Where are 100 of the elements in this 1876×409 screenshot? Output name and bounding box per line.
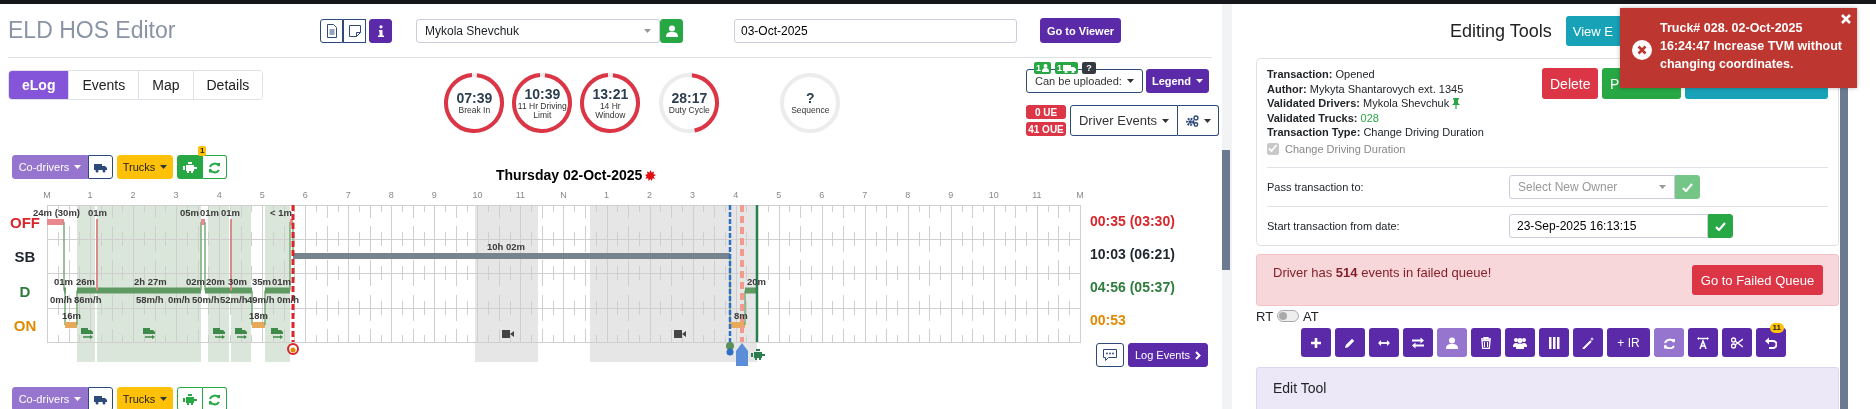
truck-icon — [1063, 63, 1077, 73]
refresh-button[interactable] — [203, 155, 227, 179]
undo-tool-button[interactable] — [1756, 328, 1786, 357]
log-date-title: Thursday 02-Oct-2025 — [496, 167, 643, 183]
trucks-dropdown[interactable]: Trucks — [117, 387, 173, 409]
driver-button[interactable] — [660, 18, 683, 43]
duration-label: 02m — [186, 276, 205, 287]
truck-arrow-icon — [81, 328, 93, 339]
transaction-detail: Transaction Type: Change Driving Duration — [1267, 125, 1484, 140]
log-events-button[interactable]: Log Events — [1127, 343, 1208, 367]
toggle-switch[interactable] — [1277, 310, 1300, 322]
duration-label: 01m — [88, 207, 107, 218]
engine-icon — [183, 161, 197, 173]
speed-label: 58m/h — [136, 294, 164, 305]
truck-button[interactable] — [88, 155, 113, 179]
duration-label: 2h 27m — [134, 276, 167, 287]
confirm-button[interactable] — [1708, 214, 1733, 238]
hour-label: 1 — [87, 190, 93, 200]
settings-dropdown[interactable] — [1178, 105, 1219, 136]
delete-button[interactable]: Delete — [1542, 68, 1598, 99]
group-tool-button[interactable] — [1505, 328, 1535, 357]
truck-arrow-icon — [143, 328, 155, 339]
truck-icon — [94, 161, 107, 173]
scrollbar[interactable] — [1222, 150, 1230, 270]
comment-button[interactable] — [1095, 343, 1124, 367]
status-total: 00:35 (03:30) — [1090, 212, 1176, 232]
info-icon — [377, 24, 384, 37]
transaction-detail: Validated Drivers: Mykola Shevchuk — [1267, 96, 1450, 111]
gauge-label: 14 Hr Window — [594, 101, 627, 120]
speed-label: 49m/h — [247, 294, 275, 305]
co-drivers-dropdown[interactable]: Co-drivers — [12, 155, 88, 179]
hour-label: 8 — [388, 190, 394, 200]
trucks-dropdown[interactable]: Trucks — [117, 155, 173, 179]
delete-tool-button[interactable] — [1471, 328, 1501, 357]
truck-button[interactable] — [88, 387, 113, 409]
driver-select[interactable]: Mykola Shevchuk — [416, 18, 660, 43]
hour-label: 3 — [690, 190, 696, 200]
hour-label: 5 — [776, 190, 782, 200]
co-drivers-dropdown[interactable]: Co-drivers — [12, 387, 88, 409]
checkbox-label: Change Driving Duration — [1285, 141, 1406, 156]
duration-label: 01m — [54, 276, 73, 287]
gauge-ring — [443, 72, 506, 134]
engine-button[interactable] — [177, 155, 203, 179]
legend-button[interactable]: Legend — [1146, 69, 1209, 93]
document-button[interactable] — [320, 18, 343, 43]
toggle-label: AT — [1303, 308, 1319, 324]
go-to-failed-queue-button[interactable]: Go to Failed Queue — [1692, 265, 1823, 295]
caret-icon — [74, 397, 82, 401]
date-time-field[interactable]: 23-Sep-2025 16:13:15 — [1509, 214, 1708, 238]
swap-tool-button[interactable] — [1403, 328, 1433, 357]
wand-tool-button[interactable] — [1573, 328, 1603, 357]
refresh-icon — [208, 160, 221, 174]
speed-label: 86m/h — [74, 294, 102, 305]
gauge-label: Break In — [457, 106, 492, 115]
person-icon — [1446, 336, 1458, 349]
truck-icon — [94, 393, 107, 405]
gauge-value: 13:21 — [591, 86, 630, 102]
transaction-detail: Author: Mykyta Shantarovych ext. 1345 — [1267, 81, 1464, 96]
gauge-ring — [579, 72, 642, 134]
date-field[interactable]: 03-Oct-2025 — [734, 18, 1017, 43]
refresh-icon — [1663, 336, 1675, 349]
panel-title: Editing Tools — [1450, 20, 1552, 42]
tab[interactable]: eLog — [9, 71, 70, 99]
duration-label: 16m — [62, 310, 81, 321]
text-width-tool-button[interactable] — [1688, 328, 1718, 357]
hour-label: 7 — [345, 190, 351, 200]
hour-label: 6 — [819, 190, 825, 200]
text-width-icon — [1697, 336, 1709, 349]
magic-wand-icon — [1582, 336, 1594, 349]
gauge-value: 28:17 — [670, 91, 709, 106]
engine-button[interactable] — [177, 387, 203, 409]
columns-tool-button[interactable] — [1539, 328, 1569, 357]
caret-icon — [160, 165, 168, 169]
field-label: Pass transaction to: — [1267, 181, 1365, 193]
duration-label: 8m — [734, 310, 748, 321]
info-button[interactable] — [369, 18, 392, 43]
hour-label: 2 — [647, 190, 653, 200]
driver-events-dropdown[interactable]: Driver Events — [1070, 105, 1178, 136]
ir-tool-button[interactable]: + IR — [1607, 328, 1650, 357]
stretch-tool-button[interactable] — [1369, 328, 1399, 357]
camera-icon — [674, 330, 686, 338]
refresh-icon — [208, 392, 221, 406]
toast-message: Truck# 028. 02-Oct-2025 16:24:47 Increase TVM without changing coordinates. — [1660, 20, 1843, 73]
truck-arrow-icon — [235, 328, 247, 339]
speed-label: 50m/h — [192, 294, 220, 305]
caret-icon — [644, 28, 651, 33]
hour-label: N — [560, 190, 567, 200]
panel-heading: Edit Tool — [1273, 380, 1327, 396]
gauge-ring — [511, 72, 574, 134]
hour-label: 11 — [1032, 190, 1042, 200]
hour-label: 10 — [472, 190, 483, 200]
help-badge[interactable]: ? — [1082, 62, 1097, 74]
add-tool-button[interactable] — [1301, 328, 1331, 357]
status-label: SB — [14, 248, 36, 265]
refresh-button[interactable] — [203, 387, 227, 409]
go-to-viewer-button[interactable]: Go to Viewer — [1040, 18, 1122, 43]
cut-tool-button[interactable] — [1722, 328, 1752, 357]
edit-tool-button[interactable] — [1335, 328, 1365, 357]
person-icon — [665, 24, 678, 37]
note-button[interactable] — [343, 18, 366, 43]
